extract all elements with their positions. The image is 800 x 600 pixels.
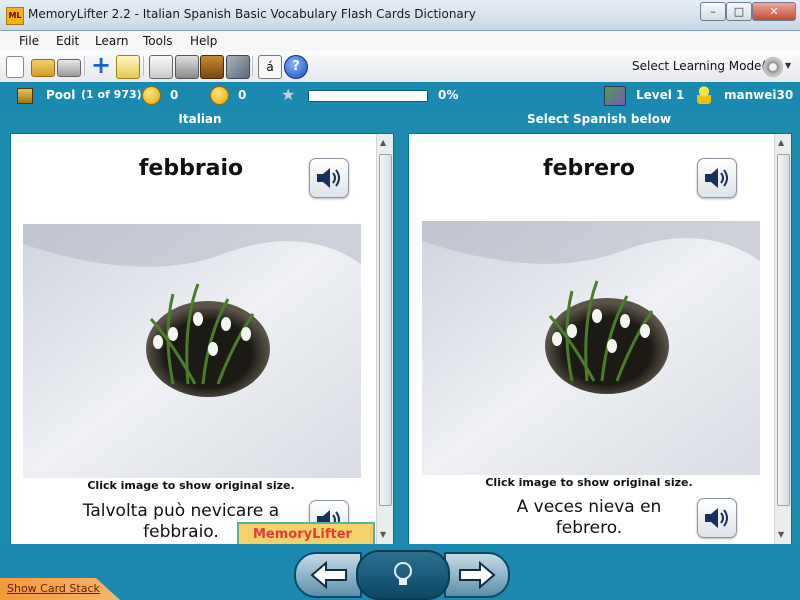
maximize-button[interactable]: □	[726, 2, 752, 21]
progress-bar	[308, 90, 428, 102]
print-icon[interactable]	[57, 59, 81, 77]
toolbar-separator	[252, 56, 253, 76]
user-name: manwei30	[724, 88, 794, 102]
toolbar-separator	[84, 56, 85, 76]
pool-count: (1 of 973)	[81, 88, 142, 101]
level-label: Level 1	[636, 88, 685, 102]
status-bar: Pool (1 of 973) 0 0 ★ 0% Level 1 manwei3…	[0, 82, 800, 108]
scroll-thumb[interactable]	[379, 154, 392, 506]
menu-edit[interactable]: Edit	[56, 34, 79, 48]
menu-learn[interactable]: Learn	[95, 34, 129, 48]
example-sentence-line-2: febrero.	[555, 518, 623, 538]
wrong-count: 0	[238, 88, 247, 102]
speaker-icon	[317, 168, 340, 188]
right-column-header: Select Spanish below	[526, 112, 672, 126]
previous-card-button[interactable]	[294, 552, 362, 598]
example-sentence-line-1: Talvolta può nevicare a	[82, 501, 280, 521]
left-column-header: Italian	[178, 112, 222, 126]
close-button[interactable]: ✕	[752, 2, 796, 21]
toolbar-separator	[143, 56, 144, 76]
snowdrops-image	[422, 221, 760, 475]
app-logo-icon: ML	[6, 7, 24, 25]
show-card-stack-label[interactable]: Show Card Stack	[7, 582, 100, 595]
add-card-icon[interactable]: +	[90, 53, 112, 77]
pool-box-icon	[17, 88, 33, 104]
open-folder-icon[interactable]	[31, 59, 55, 77]
level-cards-icon	[604, 86, 626, 106]
answer-card: febrero Click image to show original siz…	[408, 133, 792, 545]
edit-card-icon[interactable]	[116, 55, 140, 79]
arrow-right-icon	[459, 560, 496, 590]
bottom-navigation-bar	[0, 544, 800, 600]
special-character-icon[interactable]: á	[258, 55, 282, 79]
example-sentence-line-1: A veces nieva en	[516, 497, 662, 517]
happy-face-icon	[142, 86, 161, 105]
show-hint-button[interactable]	[356, 550, 450, 600]
menu-tools[interactable]: Tools	[143, 34, 173, 48]
image-hint: Click image to show original size.	[485, 476, 693, 489]
menu-file[interactable]: File	[19, 34, 39, 48]
scroll-down-icon[interactable]: ▼	[778, 530, 784, 539]
card-image[interactable]	[23, 224, 361, 478]
title-bar: ML MemoryLifter 2.2 - Italian Spanish Ba…	[0, 0, 800, 31]
arrow-left-icon	[310, 560, 347, 590]
right-card-scrollbar[interactable]: ▲ ▼	[774, 134, 791, 544]
menu-help[interactable]: Help	[190, 34, 217, 48]
snowdrops-image	[23, 224, 361, 478]
toolbar: + á ? Select Learning Mode(s) ▼	[0, 51, 800, 83]
question-card: febbraio Click image to show original si…	[10, 133, 394, 545]
gear-icon[interactable]	[763, 57, 783, 77]
example-sentence: A veces nieva en febrero.	[449, 497, 729, 539]
help-icon[interactable]: ?	[284, 55, 308, 79]
scroll-down-icon[interactable]: ▼	[380, 530, 386, 539]
image-hint: Click image to show original size.	[87, 479, 295, 492]
slideshow-icon[interactable]	[149, 55, 173, 79]
menu-bar: File Edit Learn Tools Help	[0, 31, 800, 51]
lightbulb-icon	[394, 562, 412, 585]
window-title: MemoryLifter 2.2 - Italian Spanish Basic…	[28, 7, 476, 21]
new-file-icon[interactable]	[6, 56, 24, 78]
next-card-button[interactable]	[444, 552, 510, 598]
play-sentence-audio-button[interactable]	[697, 498, 737, 538]
speaker-icon	[705, 508, 728, 528]
scroll-up-icon[interactable]: ▲	[778, 138, 784, 147]
progress-percent: 0%	[438, 88, 459, 102]
chevron-down-icon[interactable]: ▼	[785, 61, 791, 70]
speaker-icon	[705, 168, 728, 188]
play-word-audio-button[interactable]	[309, 158, 349, 198]
user-icon	[697, 86, 711, 104]
correct-count: 0	[170, 88, 179, 102]
card-image[interactable]	[422, 221, 760, 475]
star-icon: ★	[281, 85, 296, 104]
pool-label: Pool	[46, 88, 76, 102]
scroll-thumb[interactable]	[777, 154, 790, 506]
tools-icon[interactable]	[226, 55, 250, 79]
play-answer-audio-button[interactable]	[697, 158, 737, 198]
minimize-button[interactable]: –	[700, 2, 726, 21]
left-card-scrollbar[interactable]: ▲ ▼	[376, 134, 393, 544]
learning-mode-label[interactable]: Select Learning Mode(s)	[632, 59, 777, 73]
notebook-icon[interactable]	[200, 55, 224, 79]
card-drawer-icon[interactable]	[175, 55, 199, 79]
sad-face-icon	[210, 86, 229, 105]
scroll-up-icon[interactable]: ▲	[380, 138, 386, 147]
